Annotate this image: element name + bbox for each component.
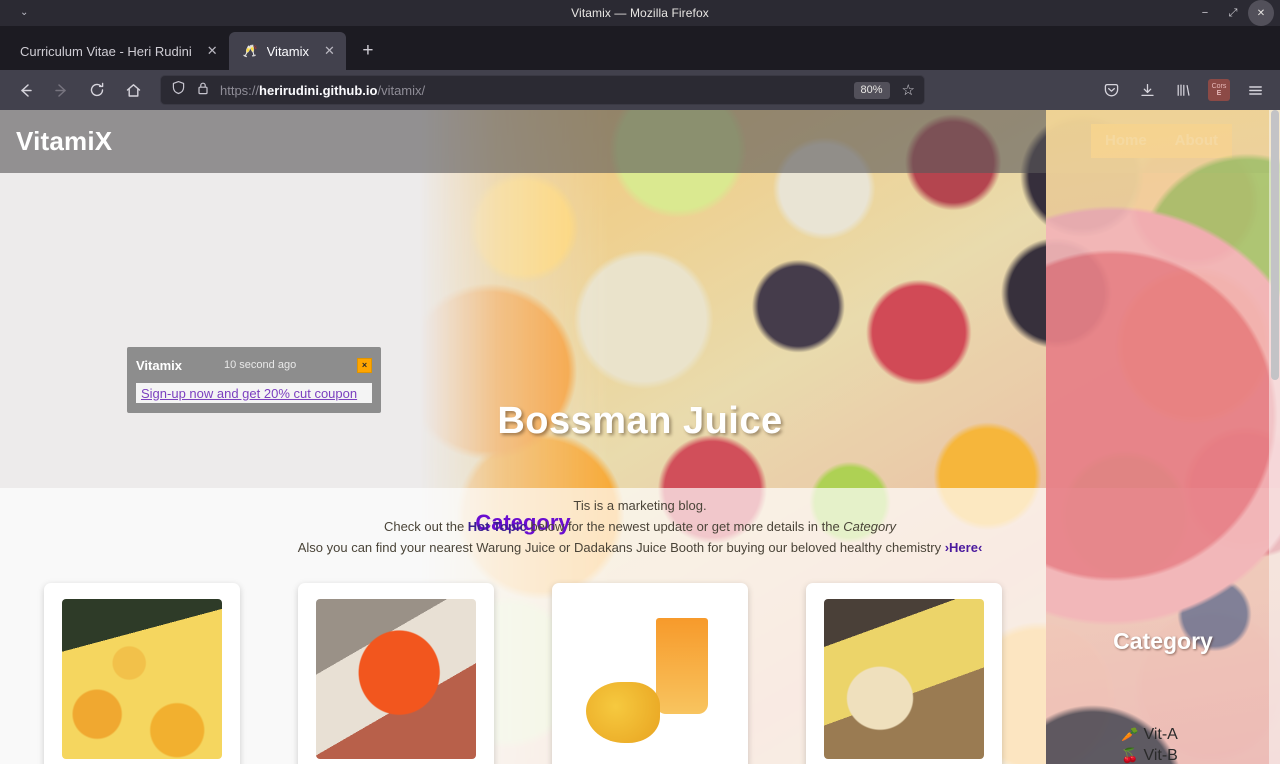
new-tab-button[interactable]: + <box>352 35 384 67</box>
signup-coupon-link[interactable]: Sign-up now and get 20% cut coupon <box>141 386 357 401</box>
site-brand[interactable]: VitamiX <box>16 126 112 157</box>
window-controls: − ⤢ ✕ <box>1192 0 1274 26</box>
page-scrollbar[interactable] <box>1269 110 1280 764</box>
category-item-label: Vit-B <box>1143 747 1178 764</box>
extension-badge-line1: Cors <box>1211 83 1227 90</box>
category-sidebar: Category 🥕 Vit-A 🍒 Vit-B 🍊 Vit-C 🍓 Vit-D <box>1046 110 1280 764</box>
tab-curriculum-vitae[interactable]: Curriculum Vitae - Heri Rudini ✕ <box>6 32 229 70</box>
url-host: herirudini.github.io <box>259 82 378 98</box>
hero-line2-mid: below for the newest update or get more … <box>526 519 844 534</box>
carrot-juice-card[interactable] <box>298 583 494 764</box>
category-filter-list: 🥕 Vit-A 🍒 Vit-B 🍊 Vit-C 🍓 Vit-D 🥦 <box>1046 724 1280 764</box>
download-icon[interactable] <box>1130 74 1164 106</box>
carrot-juice-image <box>316 599 476 759</box>
sidebar-heading: Category <box>1113 628 1213 654</box>
browser-window: ⌄ Vitamix — Mozilla Firefox − ⤢ ✕ Curric… <box>0 0 1280 764</box>
hero-line3-pre: Also you can find your nearest Warung Ju… <box>297 540 945 555</box>
toast-timestamp: 10 second ago <box>224 359 297 371</box>
close-window-button[interactable]: ✕ <box>1248 0 1274 26</box>
url-bar[interactable]: https://herirudini.github.io/vitamix/ 80… <box>160 75 925 105</box>
cors-extension-button[interactable]: Cors E <box>1202 74 1236 106</box>
favicon-icon: 🥂 <box>242 43 258 58</box>
reload-button[interactable] <box>80 74 114 106</box>
tab-vitamix[interactable]: 🥂 Vitamix ✕ <box>228 32 346 70</box>
banana-smoothie-image <box>824 599 984 759</box>
close-icon[interactable]: ✕ <box>201 43 218 59</box>
cherries-icon: 🍒 <box>1121 747 1139 763</box>
orange-juice-image <box>62 599 222 759</box>
toast-title: Vitamix <box>136 357 183 373</box>
category-item-vit-a[interactable]: 🥕 Vit-A <box>1121 724 1205 745</box>
url-scheme: https:// <box>220 82 260 98</box>
toolbar-right-actions: Cors E <box>1094 74 1272 106</box>
library-icon[interactable] <box>1166 74 1200 106</box>
zoom-level-badge[interactable]: 80% <box>853 81 890 99</box>
notification-toast: Vitamix 10 second ago × Sign-up now and … <box>127 347 381 413</box>
category-item-vit-b[interactable]: 🍒 Vit-B <box>1121 745 1205 764</box>
hot-topic-link[interactable]: Hot Topic <box>468 519 527 534</box>
category-word: Category <box>843 519 897 534</box>
chevron-down-icon[interactable]: ⌄ <box>20 8 28 18</box>
url-bar-icons <box>171 80 210 100</box>
hero-line2-pre: Check out the <box>383 519 468 534</box>
maximize-restore-button[interactable]: ⤢ <box>1220 0 1246 26</box>
back-button[interactable] <box>8 74 42 106</box>
pocket-icon[interactable] <box>1094 74 1128 106</box>
url-path: /vitamix/ <box>377 82 426 98</box>
window-title: Vitamix — Mozilla Firefox <box>571 6 709 20</box>
minimize-button[interactable]: − <box>1192 0 1218 26</box>
lock-icon[interactable] <box>196 81 210 100</box>
carrot-icon: 🥕 <box>1121 726 1139 742</box>
url-text[interactable]: https://herirudini.github.io/vitamix/ <box>218 83 846 98</box>
title-bar: ⌄ Vitamix — Mozilla Firefox − ⤢ ✕ <box>0 0 1280 26</box>
category-item-label: Vit-A <box>1143 726 1178 743</box>
home-button[interactable] <box>116 74 150 106</box>
product-card-list <box>0 583 1046 764</box>
shield-icon[interactable] <box>171 80 186 100</box>
scrollbar-thumb[interactable] <box>1271 110 1279 380</box>
navigation-toolbar: https://herirudini.github.io/vitamix/ 80… <box>0 70 1280 110</box>
tab-label: Curriculum Vitae - Heri Rudini <box>20 43 192 59</box>
hamburger-menu-icon[interactable] <box>1238 74 1272 106</box>
mango-juice-card[interactable] <box>552 583 748 764</box>
sidebar-wash-overlay <box>1046 110 1280 764</box>
orange-juice-card[interactable] <box>44 583 240 764</box>
forward-button[interactable] <box>44 74 78 106</box>
page-viewport: Bossman Juice Tis is a marketing blog. C… <box>0 110 1280 764</box>
star-icon[interactable]: ☆ <box>898 81 919 99</box>
toast-header: Vitamix 10 second ago × <box>136 355 372 375</box>
extension-badge-line2: E <box>1216 90 1222 97</box>
tab-strip: Curriculum Vitae - Heri Rudini ✕ 🥂 Vitam… <box>0 26 1280 70</box>
close-icon[interactable]: ✕ <box>318 43 335 59</box>
toast-body: Sign-up now and get 20% cut coupon <box>136 383 372 403</box>
close-icon[interactable]: × <box>357 357 372 373</box>
mango-juice-image <box>570 599 730 759</box>
extension-badge: Cors E <box>1208 79 1230 101</box>
tab-label: Vitamix <box>266 43 310 59</box>
banana-smoothie-card[interactable] <box>806 583 1002 764</box>
here-link[interactable]: ›Here‹ <box>945 540 983 555</box>
